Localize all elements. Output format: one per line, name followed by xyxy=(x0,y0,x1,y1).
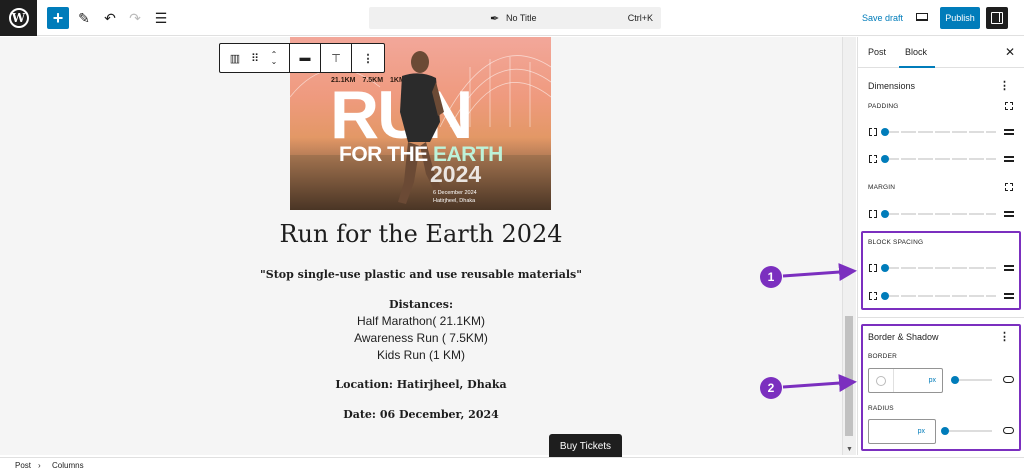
border-label: BORDER xyxy=(868,353,898,360)
distance-item[interactable]: Half Marathon( 21.1KM) xyxy=(0,314,842,328)
scroll-down-arrow-icon[interactable]: ▼ xyxy=(846,446,853,453)
block-spacing-vertical-slider[interactable] xyxy=(884,267,996,269)
margin-label: MARGIN xyxy=(868,184,896,191)
block-spacing-label: BLOCK SPACING xyxy=(868,239,924,246)
radius-thumb[interactable] xyxy=(941,427,949,435)
close-icon[interactable]: ✕ xyxy=(1005,45,1015,59)
banner-date: 6 December 2024 Hatirjheel, Dhaka xyxy=(433,190,477,204)
breadcrumb-separator-icon: › xyxy=(38,461,41,470)
tab-block[interactable]: Block xyxy=(898,47,936,68)
border-width-slider[interactable] xyxy=(954,379,992,381)
unlink-sides-icon[interactable] xyxy=(1005,183,1013,191)
add-block-button[interactable]: + xyxy=(47,7,69,29)
date-text[interactable]: Date: 06 December, 2024 xyxy=(0,408,842,421)
border-shadow-heading: Border & Shadow xyxy=(868,332,939,342)
location-text[interactable]: Location: Hatirjheel, Dhaka xyxy=(0,378,842,391)
custom-size-icon[interactable] xyxy=(1004,264,1014,272)
block-toolbar: ▥ ⠿ ⌃ ⌄ ▬ ⊤ ⋮ xyxy=(219,43,385,73)
panel-divider xyxy=(858,317,1024,318)
dimensions-options-icon[interactable]: ⋮ xyxy=(999,79,1010,92)
sidebar-scrollbar-thumb[interactable] xyxy=(845,316,853,436)
post-quote[interactable]: "Stop single-use plastic and use reusabl… xyxy=(0,268,842,281)
radius-slider[interactable] xyxy=(944,430,992,432)
redo-icon[interactable]: ↷ xyxy=(124,7,146,29)
breadcrumb-columns[interactable]: Columns xyxy=(52,461,84,470)
callout-badge: 1 xyxy=(760,266,782,288)
padding-horizontal-slider[interactable] xyxy=(884,158,996,160)
border-unit[interactable]: px xyxy=(929,377,936,384)
settings-panel-icon[interactable] xyxy=(986,7,1008,29)
dimensions-heading: Dimensions xyxy=(868,81,916,91)
border-color-swatch[interactable] xyxy=(869,369,894,392)
distances-heading[interactable]: Distances: xyxy=(0,298,842,311)
buy-tickets-button[interactable]: Buy Tickets xyxy=(549,434,622,458)
radius-label: RADIUS xyxy=(868,405,894,412)
horizontal-sides-icon xyxy=(869,292,877,300)
wordpress-logo-icon[interactable]: W xyxy=(0,0,37,36)
padding-vertical-thumb[interactable] xyxy=(881,128,889,136)
document-title: No Title xyxy=(506,13,537,23)
align-icon[interactable]: ▬ xyxy=(297,50,313,66)
padding-horizontal-thumb[interactable] xyxy=(881,155,889,163)
shortcut-hint: Ctrl+K xyxy=(627,13,653,23)
border-options-icon[interactable]: ⋮ xyxy=(999,330,1010,343)
distance-item[interactable]: Awareness Run ( 7.5KM) xyxy=(0,331,842,345)
undo-icon[interactable]: ↶ xyxy=(99,7,121,29)
block-spacing-vertical-thumb[interactable] xyxy=(881,264,889,272)
custom-size-icon[interactable] xyxy=(1004,155,1014,163)
banner-year: 2024 xyxy=(430,161,482,187)
sidebar-tabs: Post Block ✕ xyxy=(858,37,1024,68)
columns-block-icon[interactable]: ▥ xyxy=(227,50,243,66)
vertical-sides-icon xyxy=(869,128,877,136)
tab-post[interactable]: Post xyxy=(868,47,886,57)
unlink-sides-icon[interactable] xyxy=(1005,102,1013,110)
horizontal-sides-icon xyxy=(869,155,877,163)
radius-input[interactable]: px xyxy=(868,419,936,444)
editor-header: W + ✎ ↶ ↷ ☰ ✒ No Title Ctrl+K Save draft… xyxy=(0,0,1024,36)
block-breadcrumb: Post › Columns xyxy=(0,457,1024,472)
padding-vertical-slider[interactable] xyxy=(884,131,996,133)
command-palette[interactable]: ✒ No Title Ctrl+K xyxy=(369,7,661,29)
link-sides-icon[interactable] xyxy=(1003,376,1014,383)
drag-handle-icon[interactable]: ⠿ xyxy=(247,50,263,66)
block-spacing-horizontal-slider[interactable] xyxy=(884,295,996,297)
save-draft-button[interactable]: Save draft xyxy=(862,13,903,23)
link-corners-icon[interactable] xyxy=(1003,427,1014,434)
margin-thumb[interactable] xyxy=(881,210,889,218)
move-up-down-icon[interactable]: ⌃ ⌄ xyxy=(266,50,282,66)
margin-slider[interactable] xyxy=(884,213,996,215)
publish-button[interactable]: Publish xyxy=(940,7,980,29)
block-spacing-horizontal-thumb[interactable] xyxy=(881,292,889,300)
distance-item[interactable]: Kids Run (1 KM) xyxy=(0,348,842,362)
border-width-thumb[interactable] xyxy=(951,376,959,384)
vertical-sides-icon xyxy=(869,264,877,272)
vertical-align-top-icon[interactable]: ⊤ xyxy=(328,50,344,66)
border-control[interactable]: px xyxy=(868,368,943,393)
more-options-icon[interactable]: ⋮ xyxy=(360,50,376,66)
custom-size-icon[interactable] xyxy=(1004,292,1014,300)
breadcrumb-post[interactable]: Post xyxy=(15,461,31,470)
custom-size-icon[interactable] xyxy=(1004,210,1014,218)
settings-sidebar: Post Block ✕ Dimensions ⋮ PADDING MARGIN… xyxy=(857,37,1024,455)
pencil-tool-icon[interactable]: ✎ xyxy=(73,7,95,29)
callout-badge: 2 xyxy=(760,377,782,399)
feather-icon: ✒ xyxy=(490,12,500,25)
radius-unit[interactable]: px xyxy=(918,428,925,435)
custom-size-icon[interactable] xyxy=(1004,128,1014,136)
preview-icon[interactable] xyxy=(914,9,930,25)
vertical-sides-icon xyxy=(869,210,877,218)
padding-label: PADDING xyxy=(868,103,899,110)
post-heading[interactable]: Run for the Earth 2024 xyxy=(0,220,842,248)
document-overview-icon[interactable]: ☰ xyxy=(150,7,172,29)
